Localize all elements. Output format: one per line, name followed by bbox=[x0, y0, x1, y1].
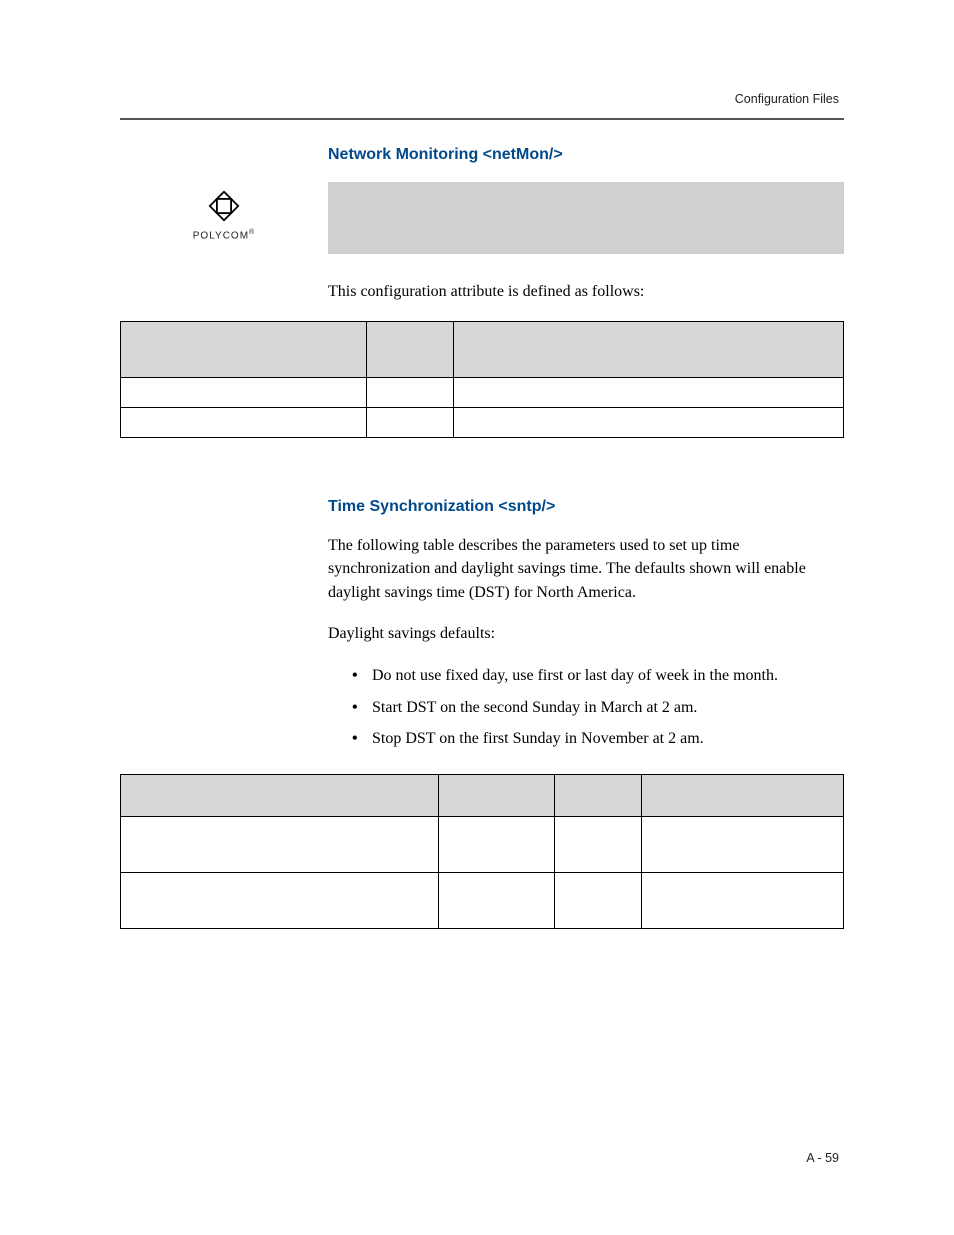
dst-defaults-list: Do not use fixed day, use first or last … bbox=[352, 663, 844, 752]
list-item: Start DST on the second Sunday in March … bbox=[352, 695, 844, 721]
table-header-row bbox=[121, 774, 844, 816]
table-row bbox=[121, 408, 844, 438]
running-header: Configuration Files bbox=[735, 92, 839, 106]
polycom-logo-icon bbox=[206, 190, 242, 227]
note-grey-box bbox=[328, 182, 844, 254]
page: Configuration Files Network Monitoring <… bbox=[0, 0, 954, 1235]
table-header-row bbox=[121, 322, 844, 378]
header-rule bbox=[120, 118, 844, 120]
sntp-paragraph-1: The following table describes the parame… bbox=[328, 534, 844, 604]
note-callout: POLYCOM® bbox=[120, 182, 844, 254]
logo-block: POLYCOM® bbox=[120, 182, 328, 241]
section-title-netmon: Network Monitoring <netMon/> bbox=[328, 146, 844, 164]
netmon-attribute-table bbox=[120, 321, 844, 438]
sntp-paragraph-2: Daylight savings defaults: bbox=[328, 622, 844, 645]
section-title-sntp: Time Synchronization <sntp/> bbox=[328, 498, 844, 516]
polycom-logo-text: POLYCOM® bbox=[193, 229, 255, 241]
list-item: Stop DST on the first Sunday in November… bbox=[352, 726, 844, 752]
table-row bbox=[121, 816, 844, 872]
intro-text-1: This configuration attribute is defined … bbox=[328, 280, 844, 303]
table-row bbox=[121, 378, 844, 408]
sntp-parameters-table bbox=[120, 774, 844, 929]
list-item: Do not use fixed day, use first or last … bbox=[352, 663, 844, 689]
page-number: A - 59 bbox=[806, 1151, 839, 1165]
table-row bbox=[121, 872, 844, 928]
